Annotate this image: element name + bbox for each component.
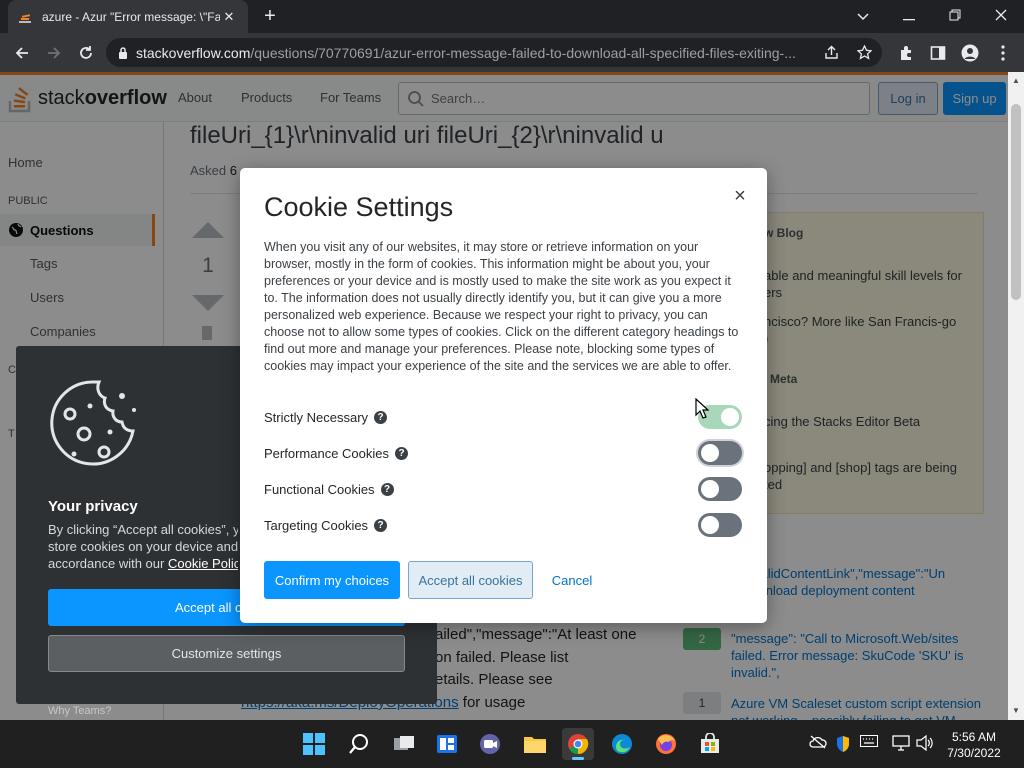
help-icon[interactable]: ? <box>374 518 388 532</box>
category-performance[interactable]: Performance Cookies ? <box>264 440 744 466</box>
browser-menu-kebab-icon[interactable] <box>991 41 1015 65</box>
tab-title: azure - Azur "Error message: \"Fa <box>42 9 220 24</box>
functional-cookies-toggle[interactable] <box>698 477 742 501</box>
dialog-title: Cookie Settings <box>264 192 454 222</box>
confirm-my-choices-button[interactable]: Confirm my choices <box>264 561 400 599</box>
system-clock[interactable]: 5:56 AM 7/30/2022 <box>942 729 1006 761</box>
cancel-button[interactable]: Cancel <box>540 561 604 599</box>
scroll-down-arrow-icon[interactable]: ▼ <box>1011 706 1021 716</box>
browser-tab[interactable]: azure - Azur "Error message: \"Fa ✕ <box>8 0 248 33</box>
forward-arrow-icon[interactable] <box>42 41 66 65</box>
toggle-knob <box>701 480 719 498</box>
browser-tab-strip: azure - Azur "Error message: \"Fa ✕ + <box>0 0 1024 33</box>
back-arrow-icon[interactable] <box>10 41 34 65</box>
url-text: stackoverflow.com/questions/70770691/azu… <box>136 45 796 61</box>
start-icon[interactable] <box>298 728 330 760</box>
chrome-icon[interactable] <box>562 728 594 760</box>
lock-icon[interactable] <box>118 46 128 59</box>
keyboard-icon[interactable] <box>860 735 878 753</box>
toggle-knob <box>701 444 719 462</box>
cookie-policy-link[interactable]: Cookie Policy <box>168 556 238 571</box>
performance-cookies-toggle[interactable] <box>698 441 742 465</box>
category-label[interactable]: Targeting Cookies <box>264 518 368 533</box>
privacy-text: By clicking “Accept all cookies”, you st… <box>48 521 238 572</box>
help-icon[interactable]: ? <box>380 482 394 496</box>
dialog-description: When you visit any of our websites, it m… <box>264 240 739 373</box>
help-icon[interactable]: ? <box>374 410 388 424</box>
task-view-icon[interactable] <box>388 728 420 760</box>
firefox-icon[interactable] <box>650 728 682 760</box>
cookie-icon <box>50 380 136 466</box>
tab-search-chevron-icon[interactable] <box>848 4 878 28</box>
bookmark-star-icon[interactable] <box>857 45 872 60</box>
volume-icon[interactable] <box>916 734 934 753</box>
accept-all-cookies-button[interactable]: Accept all cookies <box>408 561 533 599</box>
cloud-sync-icon[interactable] <box>809 735 827 753</box>
profile-avatar-icon[interactable] <box>958 41 982 65</box>
page-scrollbar[interactable]: ▲ ▼ <box>1008 72 1024 720</box>
category-label[interactable]: Functional Cookies <box>264 482 375 497</box>
url-path: /questions/70770691/azur-error-message-f… <box>250 44 796 61</box>
search-icon[interactable] <box>343 728 375 760</box>
extensions-puzzle-icon[interactable] <box>894 41 918 65</box>
stackoverflow-favicon-icon <box>18 10 32 24</box>
security-shield-icon[interactable] <box>834 735 852 753</box>
toggle-knob <box>721 408 739 426</box>
scroll-up-arrow-icon[interactable]: ▲ <box>1011 76 1021 86</box>
why-teams-link[interactable]: Why Teams? <box>48 705 111 717</box>
close-icon[interactable]: × <box>730 186 750 206</box>
category-label[interactable]: Strictly Necessary <box>264 410 368 425</box>
cookie-settings-dialog: × Cookie Settings When you visit any of … <box>240 168 767 623</box>
customize-settings-button[interactable]: Customize settings <box>48 635 405 672</box>
privacy-title: Your privacy <box>48 498 138 515</box>
browser-toolbar: stackoverflow.com/questions/70770691/azu… <box>0 33 1024 72</box>
category-functional[interactable]: Functional Cookies ? <box>264 476 744 502</box>
widgets-icon[interactable] <box>431 728 463 760</box>
store-icon[interactable] <box>694 728 726 760</box>
new-tab-button[interactable]: + <box>260 6 280 26</box>
windows-taskbar: 5:56 AM 7/30/2022 <box>0 720 1024 768</box>
mouse-pointer-icon <box>695 398 709 419</box>
network-icon[interactable] <box>892 735 910 753</box>
clock-date: 7/30/2022 <box>947 746 1001 760</box>
toggle-knob <box>701 516 719 534</box>
clock-time: 5:56 AM <box>951 730 997 744</box>
share-icon[interactable] <box>824 45 839 60</box>
targeting-cookies-toggle[interactable] <box>698 513 742 537</box>
help-icon[interactable]: ? <box>395 446 408 460</box>
file-explorer-icon[interactable] <box>519 728 551 760</box>
side-panel-icon[interactable] <box>926 41 950 65</box>
address-bar[interactable]: stackoverflow.com/questions/70770691/azu… <box>106 38 882 67</box>
category-label[interactable]: Performance Cookies <box>264 446 389 461</box>
restore-window-icon[interactable] <box>940 4 970 28</box>
minimize-window-icon[interactable] <box>894 4 924 28</box>
category-strictly-necessary[interactable]: Strictly Necessary ? <box>264 404 744 430</box>
tab-close-icon[interactable]: ✕ <box>220 9 238 25</box>
reload-icon[interactable] <box>74 41 98 65</box>
url-host: stackoverflow.com <box>136 44 251 61</box>
edge-icon[interactable] <box>606 728 638 760</box>
category-targeting[interactable]: Targeting Cookies ? <box>264 512 744 538</box>
chat-icon[interactable] <box>474 728 506 760</box>
scrollbar-thumb[interactable] <box>1011 104 1021 300</box>
close-window-icon[interactable] <box>986 4 1016 28</box>
